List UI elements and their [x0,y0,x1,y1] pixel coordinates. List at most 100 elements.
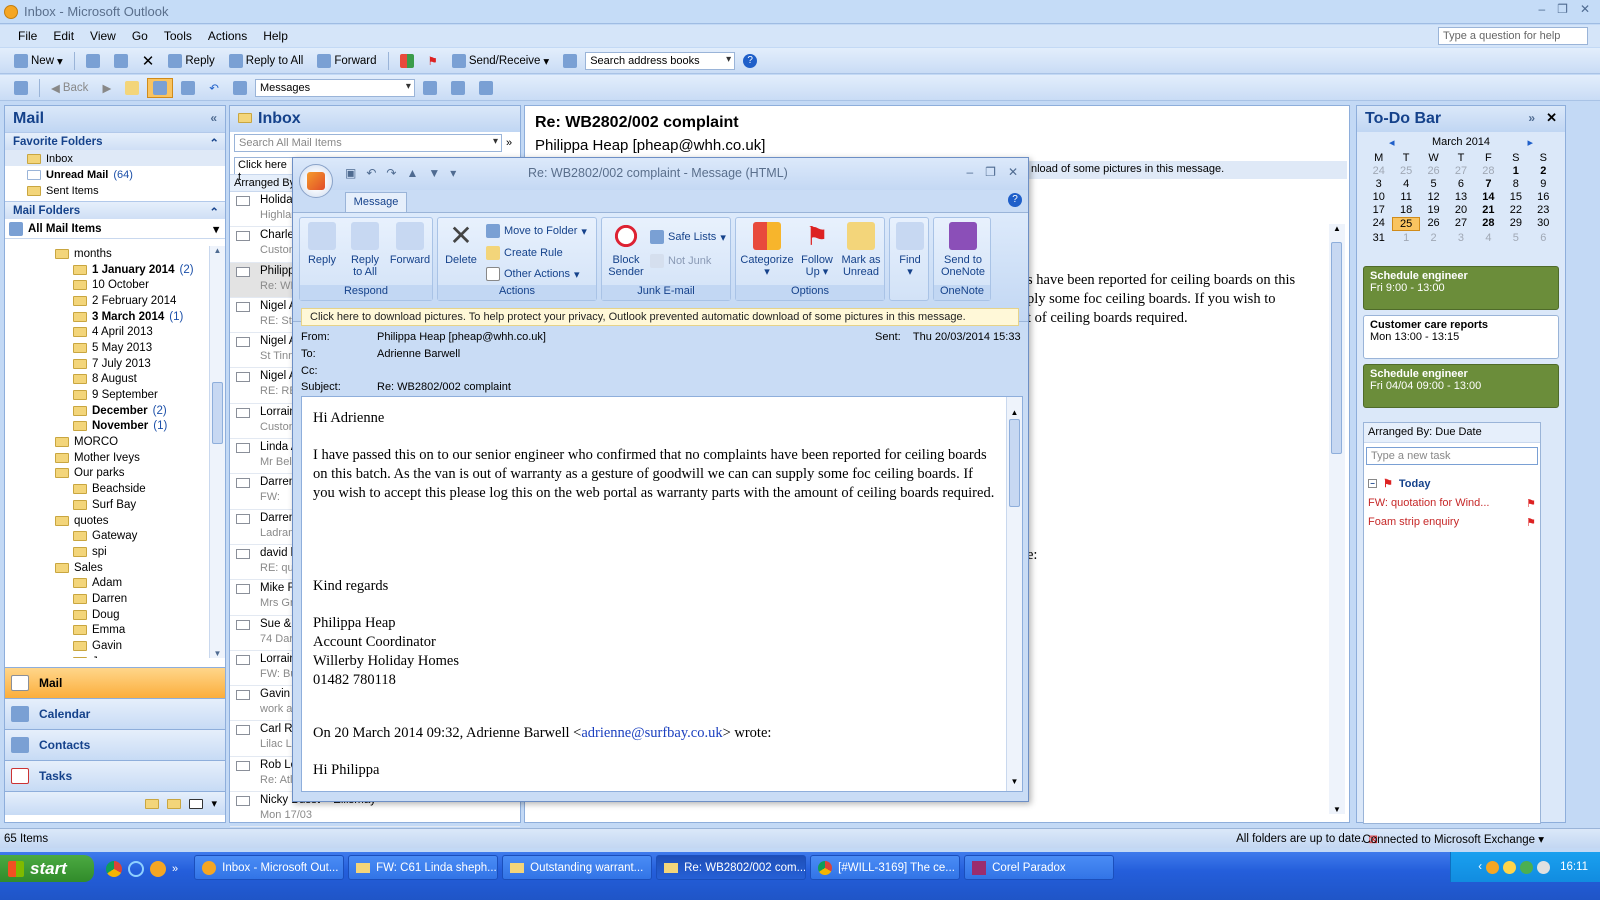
folder-tree-item[interactable]: 4 April 2013 [5,324,213,340]
outlook-launch-icon[interactable] [150,860,166,877]
new-task-input[interactable]: Type a new task [1366,447,1538,465]
reply-all-button[interactable]: Reply to All [223,51,310,71]
not-junk-button[interactable]: Not Junk [650,254,711,268]
folder-tree-item[interactable]: 10 October [5,277,213,293]
calendar-day[interactable]: 24 [1365,165,1392,177]
calendar-day[interactable]: 3 [1365,178,1392,190]
back-button[interactable]: ◀ Back [45,78,94,98]
calendar-day[interactable]: 27 [1447,217,1474,231]
chrome-icon[interactable] [106,860,122,877]
collapse-todo-icon[interactable]: » [1528,111,1535,125]
delete-button[interactable]: ✕ Delete [444,222,478,267]
calendar-day[interactable]: 12 [1420,191,1447,203]
appointment-item[interactable]: Schedule engineer Fri 04/04 09:00 - 13:00 [1363,364,1559,408]
calendar-day[interactable]: 26 [1420,217,1447,231]
taskbar-button[interactable]: Outstanding warrant... [502,855,653,880]
flag-icon[interactable]: ⚑ [1526,516,1536,529]
previous-item-icon[interactable]: ▲ [406,166,418,180]
outlook-today-button[interactable] [8,78,34,98]
print-button[interactable] [80,51,106,71]
taskbar-button[interactable]: Corel Paradox [964,855,1115,880]
folder-tree-item[interactable]: November (1) [5,419,213,435]
menu-view[interactable]: View [82,29,124,43]
undo-button[interactable]: ↶ [203,78,225,98]
mail-folders-header[interactable]: Mail Folders ⌃ [5,201,225,219]
nav-button-contacts[interactable]: Contacts [5,729,225,760]
folder-tree-item[interactable]: December (2) [5,403,213,419]
folder-tree-item[interactable]: Gavin [5,638,213,654]
calendar-day[interactable]: 29 [1502,217,1529,231]
calendar-day[interactable]: 26 [1420,165,1447,177]
tab-message[interactable]: Message [345,192,407,212]
calendar-day[interactable]: 21 [1475,204,1502,216]
follow-up-button[interactable]: ⚑ [422,51,444,71]
customize-view-button[interactable] [445,78,471,98]
taskbar-button[interactable]: [#WILL-3169] The ce... [810,855,961,880]
calendar-day[interactable]: 28 [1475,217,1502,231]
calendar-day[interactable]: 14 [1475,191,1502,203]
customize-qat-icon[interactable]: ▾ [450,166,456,180]
collapse-nav-icon[interactable]: « [210,111,217,125]
close-button[interactable]: ✕ [1580,2,1590,16]
scroll-up-icon[interactable]: ▲ [1329,224,1345,233]
folder-tree-item[interactable]: Adam [5,575,213,591]
reading-scrollbar[interactable]: ▲ ▼ [1329,224,1345,814]
folder-tree-item[interactable]: 8 August [5,372,213,388]
flag-icon[interactable]: ⚑ [1526,497,1536,510]
help-button[interactable]: ? [737,51,763,71]
calendar-day[interactable]: 18 [1392,204,1419,216]
create-rule-button[interactable]: Create Rule [486,246,563,260]
office-button[interactable] [299,164,333,198]
reply-button[interactable]: Reply [162,51,220,71]
favorite-unread-mail[interactable]: Unread Mail (64) [5,166,225,182]
minimize-button[interactable]: – [1538,2,1545,16]
filter-button[interactable] [473,78,499,98]
folder-tree-item[interactable]: Surf Bay [5,497,213,513]
close-todo-icon[interactable]: ✕ [1546,110,1557,126]
reply-all-button[interactable]: Reply to All [346,222,384,278]
calendar-day[interactable]: 8 [1502,178,1529,190]
folder-tree-item[interactable]: Sales [5,560,213,576]
move-to-folder-button[interactable]: Move to Folder ▾ [486,224,587,238]
calendar-day[interactable]: 30 [1530,217,1557,231]
folder-tree-item[interactable]: Emma [5,623,213,639]
taskbar-button[interactable]: Inbox - Microsoft Out... [194,855,345,880]
categorize-button[interactable] [394,51,420,71]
notes-icon[interactable] [145,798,160,809]
up-folder-button[interactable] [119,78,145,98]
reading-infobar[interactable]: nload of some pictures in this message. [1027,161,1347,179]
folder-tree-item[interactable]: Jane [5,654,213,658]
folder-tree-item[interactable]: Gateway [5,528,213,544]
email-link[interactable]: adrienne@surfbay.co.uk [581,725,722,741]
scroll-thumb[interactable] [1009,419,1020,507]
follow-up-button[interactable]: ⚑ Follow Up ▾ [798,222,836,278]
task-arranged-header[interactable]: Arranged By: Due Date [1364,423,1540,443]
scroll-down-icon[interactable]: ▼ [210,649,225,658]
next-month-icon[interactable]: ▸ [1527,136,1533,149]
folder-tree-item[interactable]: 9 September [5,387,213,403]
folder-tree-scrollbar[interactable]: ▲ ▼ [209,246,225,658]
menu-edit[interactable]: Edit [45,29,82,43]
folder-tree-item[interactable]: months [5,246,213,262]
more-launch-icon[interactable]: » [172,863,178,875]
calendar-day[interactable]: 5 [1502,232,1529,244]
minimize-button[interactable]: – [966,165,973,179]
folder-tree-item[interactable]: quotes [5,513,213,529]
calendar-day[interactable]: 23 [1530,204,1557,216]
instant-search-input[interactable]: Search All Mail Items [234,134,502,152]
to-value[interactable]: Adrienne Barwell [377,348,460,360]
calendar-day[interactable]: 28 [1475,165,1502,177]
favorite-sent-items[interactable]: Sent Items [5,182,225,198]
taskbar-button[interactable]: Re: WB2802/002 com... [656,855,807,880]
calendar-day[interactable]: 5 [1420,178,1447,190]
calendar-day[interactable]: 10 [1365,191,1392,203]
nav-button-tasks[interactable]: Tasks [5,760,225,791]
task-item[interactable]: FW: quotation for Wind... ⚑ [1364,494,1540,513]
calendar-day[interactable]: 2 [1420,232,1447,244]
exchange-status[interactable]: Connected to Microsoft Exchange ▾ [1362,832,1544,846]
folder-tree-item[interactable]: MORCO [5,434,213,450]
configure-buttons-icon[interactable]: ▾ [211,797,217,810]
calendar-day[interactable]: 3 [1447,232,1474,244]
tray-outlook-icon[interactable] [1486,860,1500,874]
expand-search-icon[interactable]: » [506,137,512,149]
